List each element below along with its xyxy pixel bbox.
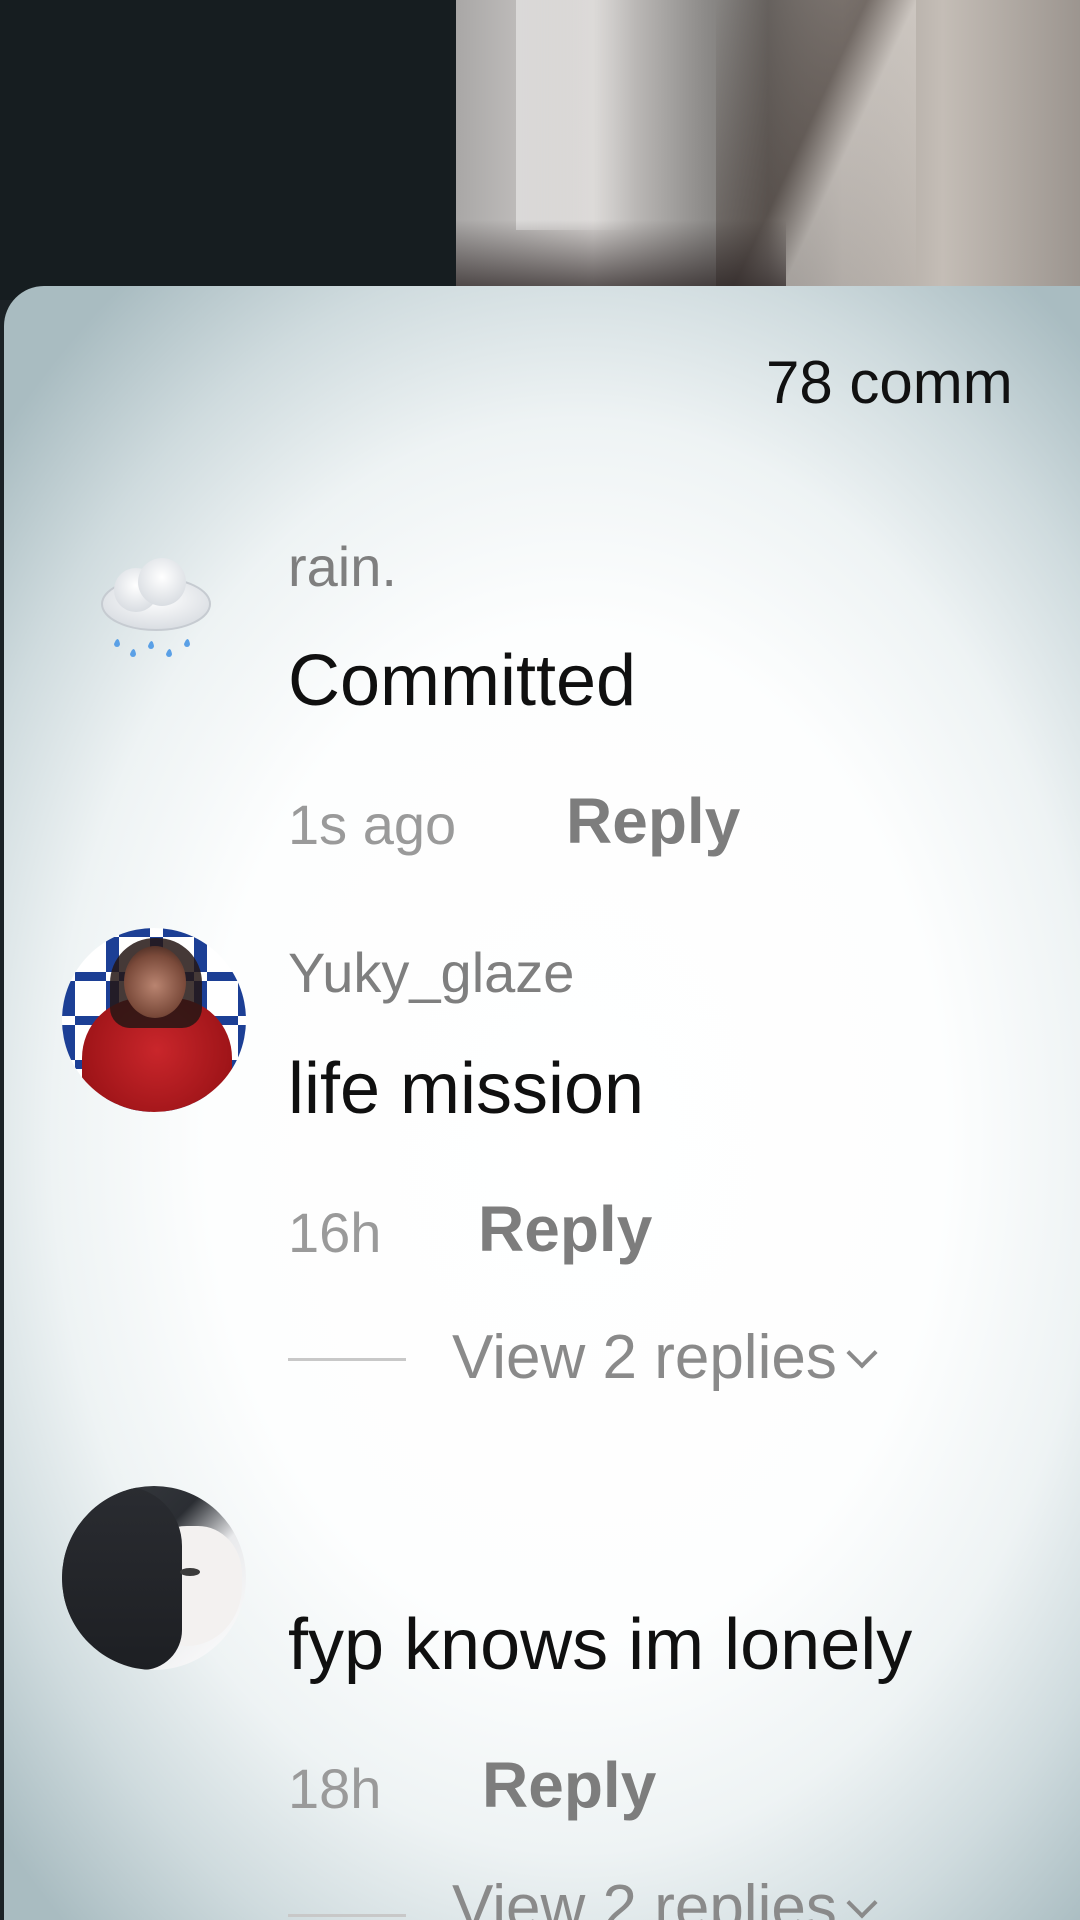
user-avatar[interactable] — [62, 1486, 246, 1670]
chevron-down-icon — [846, 1886, 878, 1919]
reply-button[interactable]: Reply — [566, 784, 740, 858]
view-replies-button[interactable]: View 2 replies — [452, 1322, 878, 1393]
comment-timestamp: 16h — [288, 1201, 382, 1264]
replies-divider — [288, 1914, 406, 1917]
comment-text: fyp knows im lonely — [288, 1605, 913, 1685]
comment-count-title: 78 comm — [766, 349, 1013, 416]
comment-username[interactable]: rain. — [288, 534, 397, 599]
video-frame — [456, 0, 1080, 300]
video-background[interactable] — [0, 0, 1080, 300]
view-replies-label: View 2 replies — [452, 1873, 837, 1920]
view-replies-button[interactable]: View 2 replies — [452, 1872, 878, 1920]
comment-timestamp: 18h — [288, 1757, 382, 1820]
replies-divider — [288, 1358, 406, 1361]
rain-cloud-icon[interactable] — [96, 558, 214, 676]
reply-button[interactable]: Reply — [478, 1192, 652, 1266]
reply-button[interactable]: Reply — [482, 1748, 656, 1822]
chevron-down-icon — [846, 1336, 878, 1369]
comment-text: life mission — [288, 1049, 645, 1129]
screen: 78 comm rain. Committed 1s ago Reply Yuk… — [0, 0, 1080, 1920]
user-avatar[interactable] — [62, 928, 246, 1112]
comment-text: Committed — [288, 641, 637, 721]
view-replies-label: View 2 replies — [452, 1323, 837, 1392]
comment-username[interactable]: Yuky_glaze — [288, 940, 574, 1005]
comment-timestamp: 1s ago — [288, 793, 457, 856]
